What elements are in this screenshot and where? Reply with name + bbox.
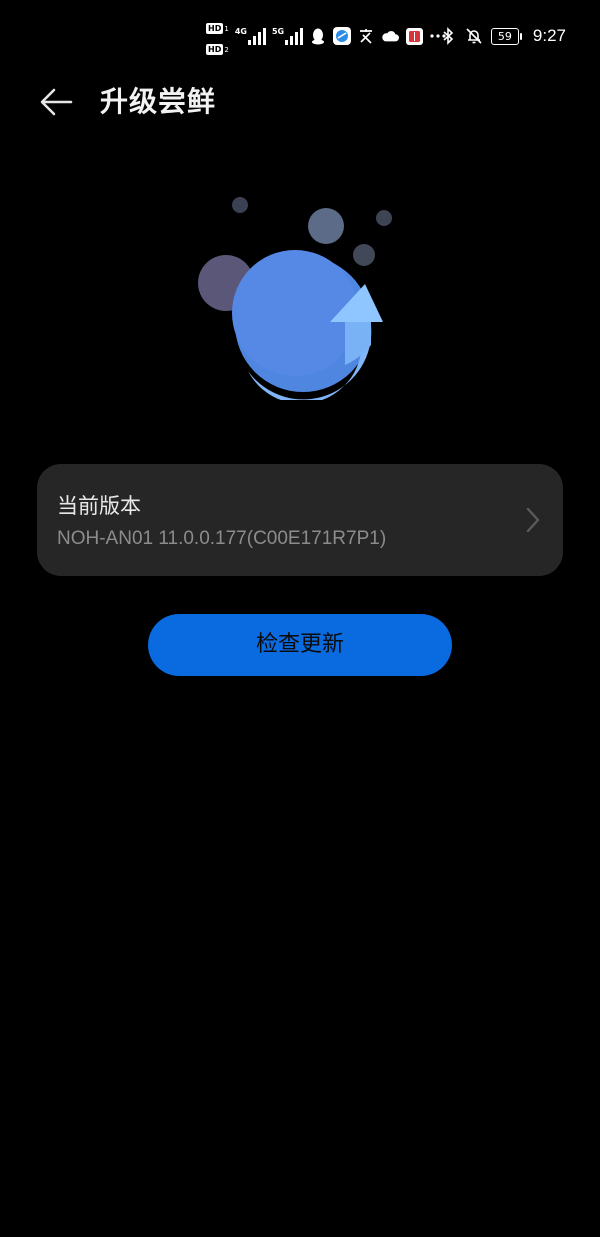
current-version-card[interactable]: 当前版本 NOH-AN01 11.0.0.177(C00E171R7P1) [37,464,563,576]
browser-icon [333,27,352,45]
hd-badge-1: HD [206,23,224,34]
status-bar-left: HD 1 HD 2 4G 5G [206,16,447,56]
update-arrow-icon [198,197,392,404]
cloud-icon [381,27,400,45]
hd-sub-1: 1 [224,25,229,33]
network-type-2: 5G [271,27,285,36]
signal-bars-1-icon [247,27,266,45]
translate-icon [357,27,375,45]
status-time: 9:27 [532,26,566,45]
qq-icon [309,27,327,45]
back-arrow-icon [40,88,73,116]
status-bar-right: 59 9:27 [439,18,566,54]
battery-indicator: 59 [490,27,522,45]
mute-bell-icon [465,27,483,45]
signal-bars-2-icon [285,27,304,45]
status-bar: HD 1 HD 2 4G 5G 59 9:27 [0,0,600,70]
hd-indicators: HD 1 HD 2 [206,16,229,56]
back-button[interactable] [34,80,78,124]
update-illustration [185,185,400,404]
hd-indicator-1: HD 1 [206,16,229,35]
book-icon [405,27,423,45]
hd-sub-2: 2 [224,46,229,54]
network-type-1: 4G [234,27,247,36]
signal-1: 4G [235,27,266,45]
hd-indicator-2: HD 2 [206,37,229,56]
app-header: 升级尝鲜 [0,74,600,130]
hd-badge-2: HD [206,44,224,55]
signal-2: 5G [271,27,304,45]
chevron-right-icon [526,507,540,533]
version-label: 当前版本 [57,494,141,518]
version-value: NOH-AN01 11.0.0.177(C00E171R7P1) [57,528,387,549]
page-title: 升级尝鲜 [100,85,217,118]
check-update-button[interactable]: 检查更新 [148,614,452,676]
bluetooth-icon [439,27,457,45]
